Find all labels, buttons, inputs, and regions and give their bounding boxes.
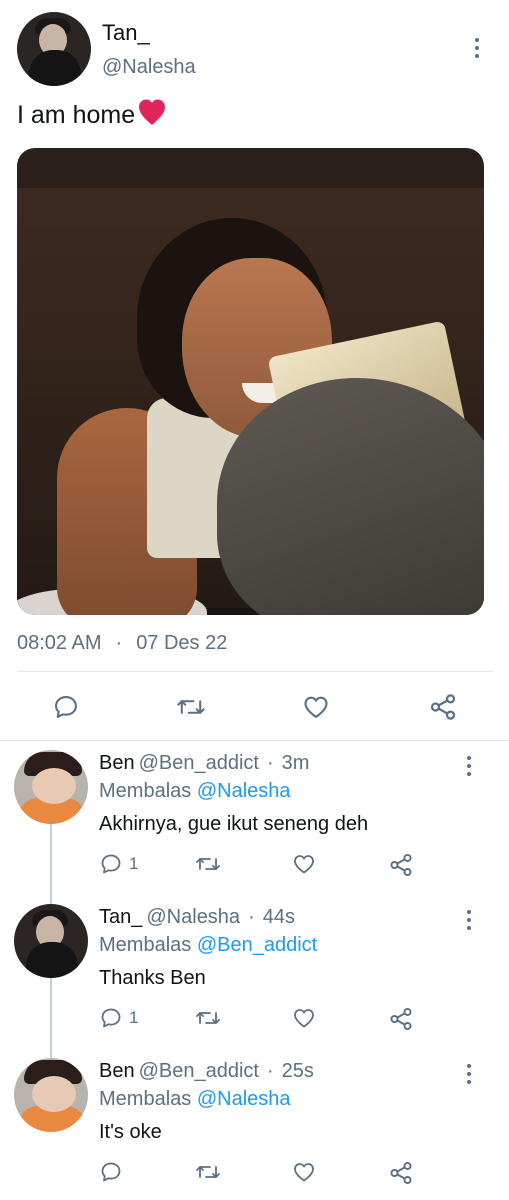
share-icon[interactable] bbox=[428, 692, 458, 722]
reply-author-handle[interactable]: @Ben_addict bbox=[139, 1060, 259, 1082]
avatar[interactable] bbox=[14, 904, 88, 978]
more-vertical-icon[interactable] bbox=[467, 910, 473, 930]
more-vertical-icon[interactable] bbox=[475, 38, 481, 58]
more-vertical-icon[interactable] bbox=[467, 1064, 473, 1084]
tweet-photo[interactable] bbox=[17, 148, 484, 615]
reply-header: Ben @Ben_addict · 25s bbox=[99, 1060, 314, 1083]
reply-action-bar: 1 bbox=[0, 852, 509, 880]
reply-tweet[interactable]: Tan_ @Nalesha · 44s Membalas @Ben_addict Th… bbox=[0, 896, 509, 1046]
main-action-bar bbox=[0, 685, 509, 729]
reply-author-name[interactable]: Ben bbox=[99, 752, 135, 774]
replying-to-mention[interactable]: @Nalesha bbox=[197, 1088, 291, 1110]
author-name[interactable]: Tan_ bbox=[102, 20, 150, 46]
tweet-time: 08:02 AM bbox=[17, 632, 102, 654]
tweet-text: I am home bbox=[17, 98, 167, 133]
replying-to-mention[interactable]: @Nalesha bbox=[197, 780, 291, 802]
tweet-date: 07 Des 22 bbox=[136, 632, 228, 654]
replying-to: Membalas @Nalesha bbox=[99, 1088, 291, 1111]
red-heart-emoji-icon bbox=[137, 98, 167, 133]
more-vertical-icon[interactable] bbox=[467, 756, 473, 776]
reply-text: Thanks Ben bbox=[99, 967, 206, 989]
share-icon[interactable] bbox=[388, 1006, 414, 1032]
reply-count: 1 bbox=[129, 854, 139, 873]
reply-author-handle[interactable]: @Nalesha bbox=[146, 906, 240, 928]
avatar[interactable] bbox=[14, 750, 88, 824]
reply-header: Ben @Ben_addict · 3m bbox=[99, 752, 309, 775]
reply-header: Tan_ @Nalesha · 44s bbox=[99, 906, 295, 929]
heart-icon[interactable] bbox=[302, 693, 330, 721]
retweet-icon[interactable] bbox=[195, 852, 221, 876]
reply-author-name[interactable]: Tan_ bbox=[99, 906, 142, 928]
meta-separator: · bbox=[248, 906, 255, 928]
replying-prefix: Membalas bbox=[99, 934, 192, 956]
main-tweet-header: Tan_ @Nalesha bbox=[17, 12, 493, 86]
share-icon[interactable] bbox=[388, 1160, 414, 1186]
reply-count: 1 bbox=[129, 1008, 139, 1027]
heart-icon[interactable] bbox=[292, 1006, 316, 1030]
replying-to-mention[interactable]: @Ben_addict bbox=[197, 934, 317, 956]
reply-time: 44s bbox=[262, 906, 295, 928]
tweet-text-content: I am home bbox=[17, 101, 136, 129]
tweet-detail-page: Tan_ @Nalesha I am home 08:02 AM · 07 De… bbox=[0, 0, 509, 1200]
author-handle[interactable]: @Nalesha bbox=[102, 56, 196, 79]
replying-prefix: Membalas bbox=[99, 780, 192, 802]
heart-icon[interactable] bbox=[292, 1160, 316, 1184]
comment-icon[interactable] bbox=[99, 1160, 129, 1184]
replying-to: Membalas @Nalesha bbox=[99, 780, 291, 803]
meta-separator: · bbox=[266, 752, 274, 774]
reply-text: Akhirnya, gue ikut seneng deh bbox=[99, 813, 369, 835]
reply-action-bar bbox=[0, 1160, 509, 1188]
reply-tweet[interactable]: Ben @Ben_addict · 25s Membalas @Nalesha It'… bbox=[0, 1050, 509, 1200]
divider bbox=[17, 671, 493, 672]
reply-time: 3m bbox=[281, 752, 310, 774]
retweet-icon[interactable] bbox=[195, 1160, 221, 1184]
reply-time: 25s bbox=[281, 1060, 314, 1082]
author-avatar[interactable] bbox=[17, 12, 91, 86]
heart-icon[interactable] bbox=[292, 852, 316, 876]
tweet-timestamp[interactable]: 08:02 AM · 07 Des 22 bbox=[17, 632, 227, 655]
comment-icon[interactable]: 1 bbox=[99, 1006, 138, 1030]
share-icon[interactable] bbox=[388, 852, 414, 878]
comment-icon[interactable] bbox=[52, 693, 80, 721]
meta-separator: · bbox=[266, 1060, 274, 1082]
reply-tweet[interactable]: Ben @Ben_addict · 3m Membalas @Nalesha Akhi… bbox=[0, 742, 509, 892]
divider bbox=[0, 740, 509, 741]
replying-to: Membalas @Ben_addict bbox=[99, 934, 317, 957]
retweet-icon[interactable] bbox=[176, 693, 206, 721]
reply-author-name[interactable]: Ben bbox=[99, 1060, 135, 1082]
meta-separator: · bbox=[115, 632, 123, 654]
avatar[interactable] bbox=[14, 1058, 88, 1132]
reply-action-bar: 1 bbox=[0, 1006, 509, 1034]
retweet-icon[interactable] bbox=[195, 1006, 221, 1030]
reply-text: It's oke bbox=[99, 1121, 162, 1143]
comment-icon[interactable]: 1 bbox=[99, 852, 138, 876]
replying-prefix: Membalas bbox=[99, 1088, 192, 1110]
reply-author-handle[interactable]: @Ben_addict bbox=[139, 752, 259, 774]
